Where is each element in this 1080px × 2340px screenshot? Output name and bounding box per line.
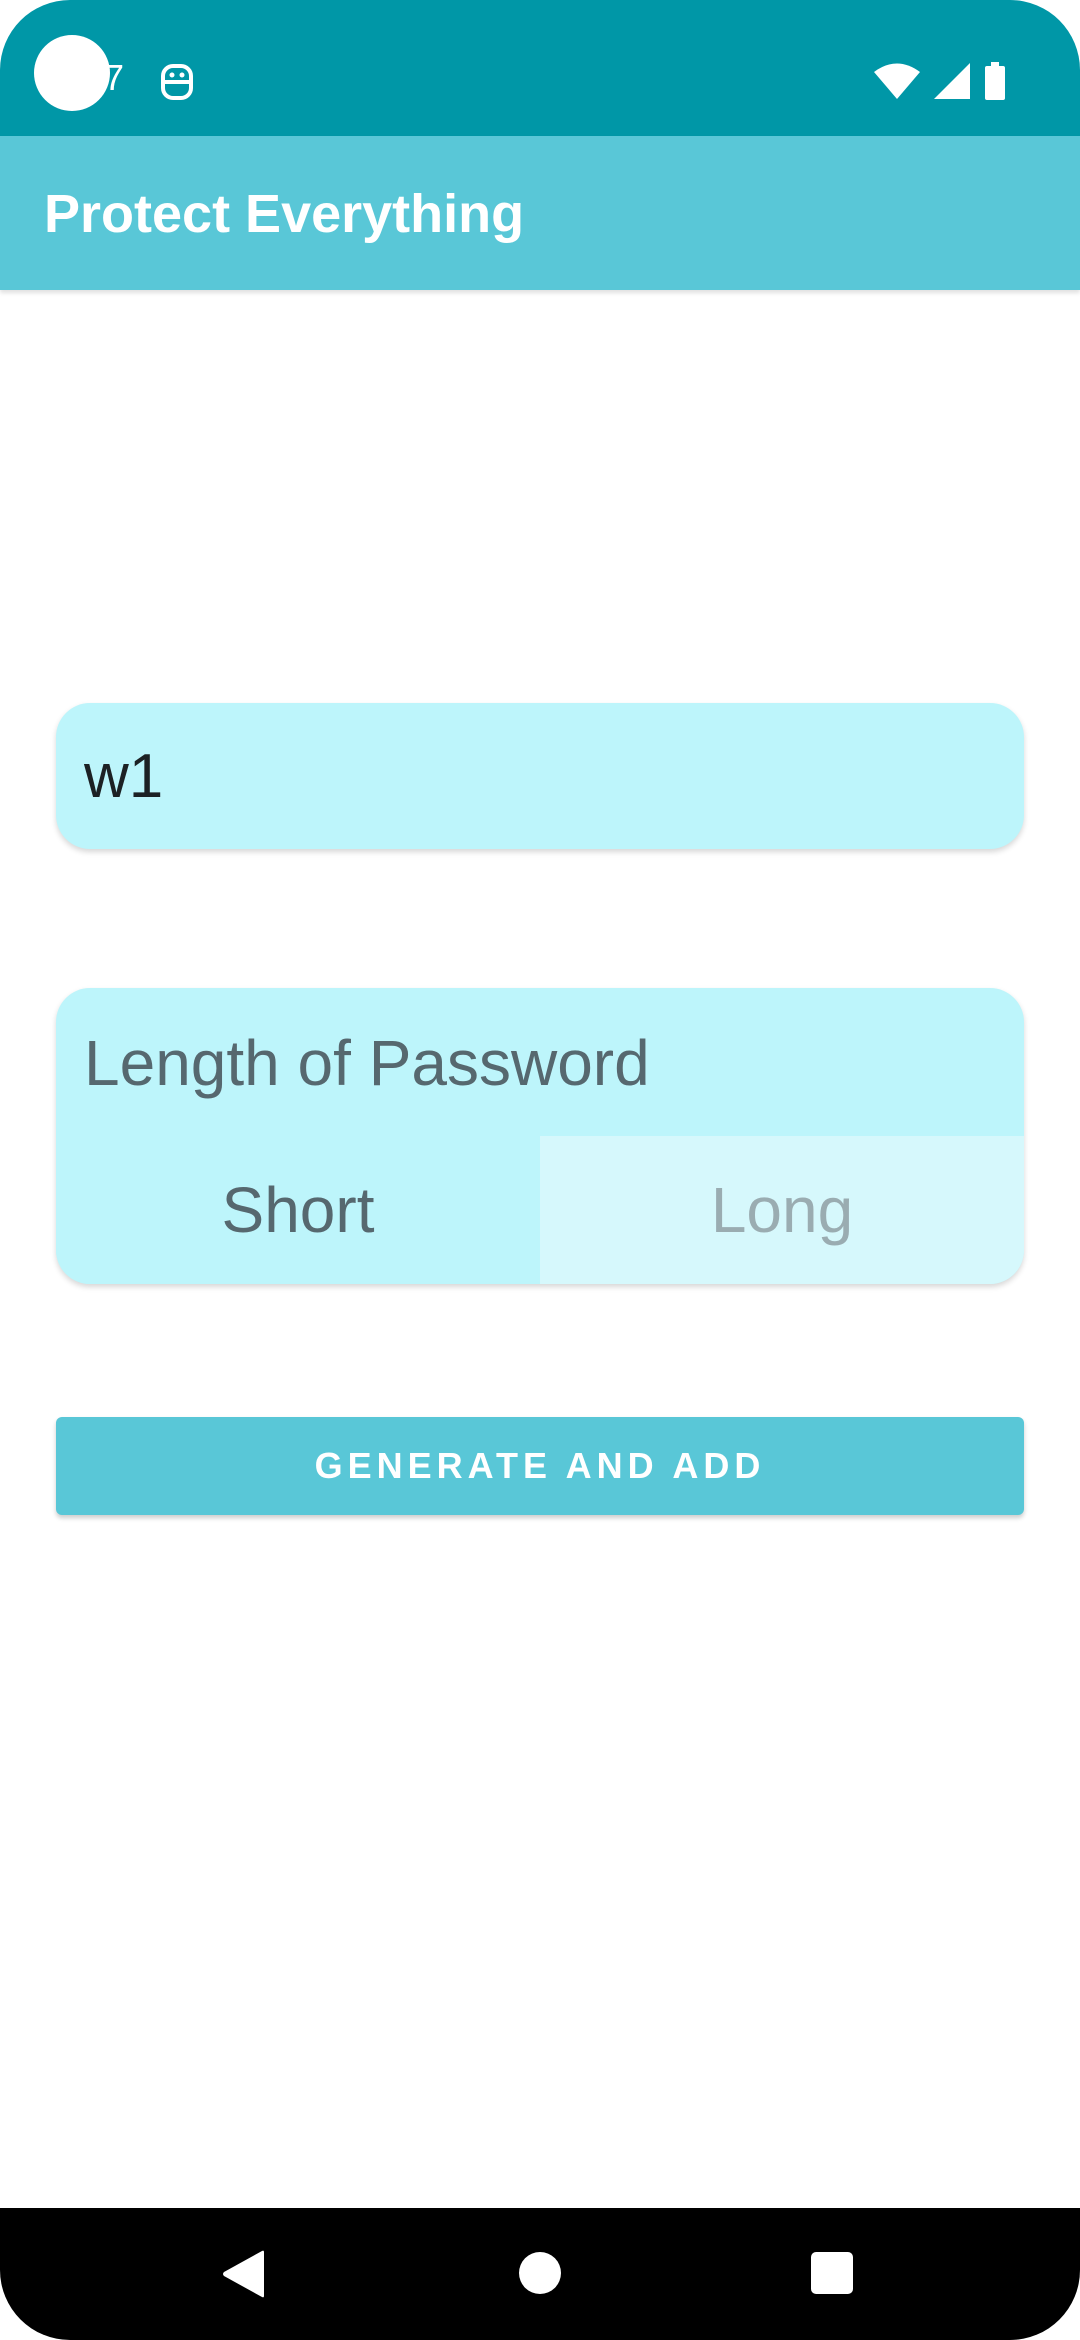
status-bar: 7 (0, 0, 1080, 136)
home-icon[interactable] (519, 2252, 561, 2294)
camera-cutout-icon (34, 35, 110, 111)
status-time: 7 (104, 57, 125, 98)
back-icon[interactable] (222, 2250, 266, 2298)
name-field-card (56, 703, 1024, 849)
wifi-icon (874, 63, 920, 99)
name-input[interactable] (84, 731, 984, 821)
status-icons (874, 62, 1006, 100)
length-option-short[interactable]: Short (56, 1136, 540, 1284)
length-option-long[interactable]: Long (540, 1136, 1024, 1284)
password-length-toggle: Short Long (56, 1136, 1024, 1284)
battery-icon (985, 62, 1005, 100)
recents-icon[interactable] (811, 2252, 853, 2294)
password-length-label: Length of Password (84, 1027, 650, 1099)
app-title: Protect Everything (44, 184, 525, 244)
generate-and-add-button[interactable]: GENERATE AND ADD (56, 1417, 1024, 1515)
navigation-bar (0, 2208, 1080, 2340)
screen: 7 Protect Everything Length of (0, 0, 1080, 2340)
signal-icon (934, 63, 970, 99)
password-length-card: Length of Password Short Long (56, 988, 1024, 1284)
app-bar: Protect Everything (0, 136, 1080, 290)
notification-icon (161, 64, 193, 100)
